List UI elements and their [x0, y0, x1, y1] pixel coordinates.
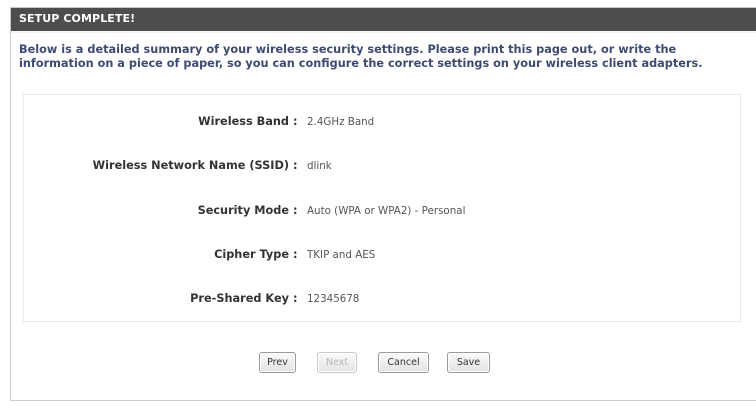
save-button[interactable]: Save: [447, 352, 490, 373]
cipher-type-label: Cipher Type: [214, 248, 289, 261]
prev-button[interactable]: Prev: [259, 352, 296, 373]
row-separator: :: [293, 292, 298, 305]
summary-row-security-mode: Security Mode : Auto (WPA or WPA2) - Per…: [24, 204, 742, 222]
cipher-type-value: TKIP and AES: [307, 249, 376, 261]
summary-row-wireless-band: Wireless Band : 2.4GHz Band: [24, 115, 742, 133]
settings-summary: Wireless Band : 2.4GHz Band Wireless Net…: [23, 94, 741, 322]
ssid-value: dlink: [307, 160, 332, 172]
cancel-button[interactable]: Cancel: [378, 352, 429, 373]
page-title: SETUP COMPLETE!: [19, 12, 136, 25]
panel-header: SETUP COMPLETE!: [11, 8, 756, 33]
pre-shared-key-label: Pre-Shared Key: [190, 292, 289, 305]
row-separator: :: [293, 115, 298, 128]
row-separator: :: [293, 248, 298, 261]
wireless-band-value: 2.4GHz Band: [307, 116, 375, 128]
row-separator: :: [293, 159, 298, 172]
wireless-band-label: Wireless Band: [198, 115, 289, 128]
intro-text: Below is a detailed summary of your wire…: [19, 43, 703, 70]
summary-row-cipher-type: Cipher Type : TKIP and AES: [24, 248, 742, 266]
page-bottom-divider: [10, 400, 756, 401]
pre-shared-key-value: 12345678: [307, 293, 360, 305]
summary-row-pre-shared-key: Pre-Shared Key : 12345678: [24, 292, 742, 310]
summary-row-ssid: Wireless Network Name (SSID) : dlink: [24, 159, 742, 177]
next-button[interactable]: Next: [317, 352, 357, 373]
ssid-label: Wireless Network Name (SSID): [92, 159, 289, 172]
button-bar: Prev Next Cancel Save: [11, 352, 756, 374]
security-mode-label: Security Mode: [197, 204, 289, 217]
setup-complete-panel: SETUP COMPLETE! Below is a detailed summ…: [10, 7, 756, 400]
security-mode-value: Auto (WPA or WPA2) - Personal: [307, 205, 466, 217]
row-separator: :: [293, 204, 298, 217]
